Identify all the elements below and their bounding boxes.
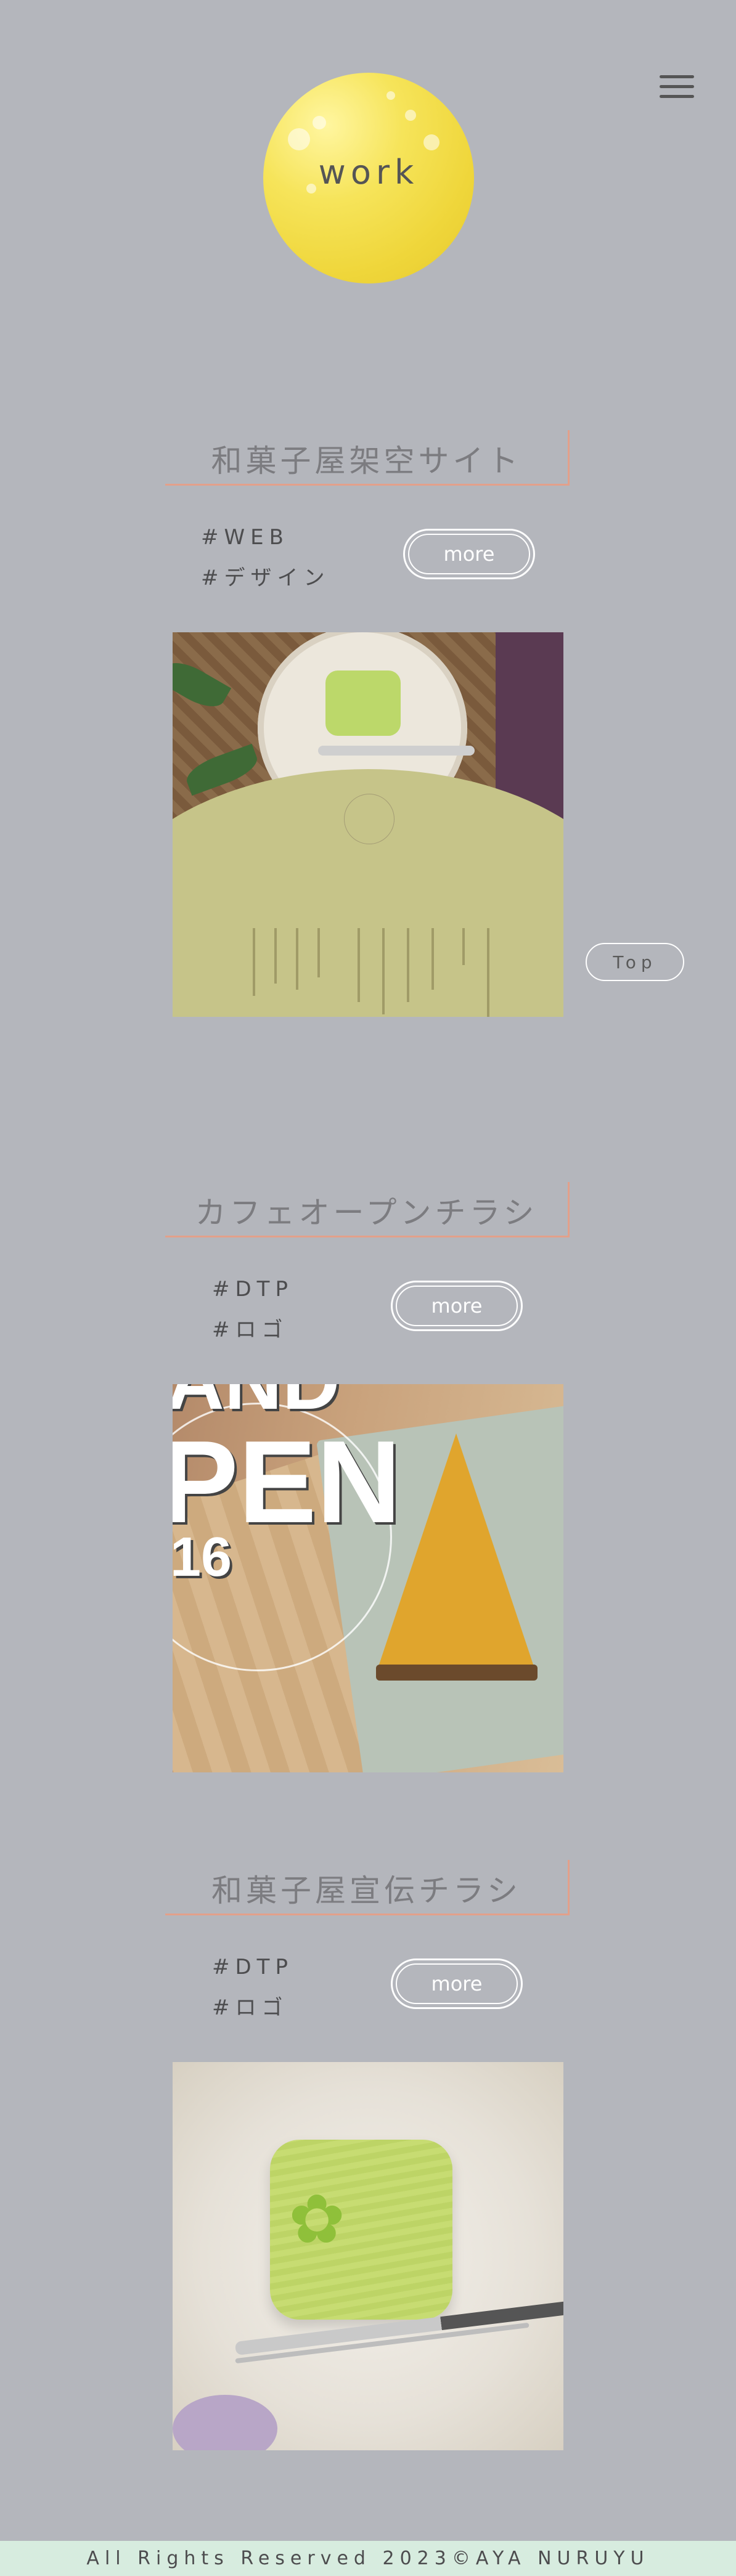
work-tag: #DTP xyxy=(212,1277,293,1302)
vertical-text-line xyxy=(487,928,489,1017)
work-tag: #デザイン xyxy=(201,566,330,590)
more-button[interactable]: more xyxy=(403,529,535,579)
work-title-2: カフェオープンチラシ xyxy=(165,1182,570,1237)
vertical-text-line xyxy=(407,928,409,1002)
vertical-text-line xyxy=(358,928,360,1002)
sparkle-dot xyxy=(405,110,416,121)
top-button-label: Top xyxy=(613,952,657,972)
vertical-text-line xyxy=(296,928,298,990)
vertical-text-line xyxy=(253,928,255,996)
work-tag: #ロゴ xyxy=(212,1995,288,2020)
vertical-text-line xyxy=(382,928,385,1014)
more-button-label: more xyxy=(431,1972,483,1995)
hamburger-menu-icon[interactable] xyxy=(660,75,694,104)
work-title-text: カフェオープンチラシ xyxy=(195,1195,538,1231)
work-title-text: 和菓子屋架空サイト xyxy=(211,443,522,479)
work-tag: #DTP xyxy=(212,1955,293,1979)
sparkle-dot xyxy=(313,116,326,129)
sparkle-dot xyxy=(423,134,440,150)
vertical-text-line xyxy=(431,928,434,990)
wagashi-flyer-thumbnail[interactable]: ✿ xyxy=(173,2062,563,2450)
work-title-text: 和菓子屋宣伝チラシ xyxy=(211,1873,521,1909)
work-tag: #ロゴ xyxy=(212,1318,288,1342)
more-button[interactable]: more xyxy=(391,1958,523,2009)
vertical-text-line xyxy=(462,928,465,965)
more-button[interactable]: more xyxy=(391,1281,523,1331)
work-tag: #WEB xyxy=(201,525,289,550)
back-to-top-button[interactable]: Top xyxy=(586,943,684,981)
flyer-text: 16 xyxy=(173,1526,232,1588)
more-button-label: more xyxy=(443,542,495,566)
vertical-text-line xyxy=(317,928,320,977)
work-title-1: 和菓子屋架空サイト xyxy=(165,430,570,486)
page-title: work xyxy=(318,153,419,192)
sparkle-dot xyxy=(386,91,395,100)
flower-shape xyxy=(173,2395,277,2450)
seal-icon xyxy=(344,794,395,844)
wagashi-website-thumbnail[interactable] xyxy=(173,632,563,1017)
copyright-text: All Rights Reserved 2023©AYA NURUYU xyxy=(86,2548,650,2569)
sweet-shape xyxy=(325,670,401,736)
work-title-3: 和菓子屋宣伝チラシ xyxy=(165,1860,570,1915)
more-button-label: more xyxy=(431,1294,483,1318)
cake-base-shape xyxy=(376,1665,538,1681)
sparkle-dot xyxy=(288,128,310,150)
fork-shape xyxy=(318,746,475,756)
cafe-flyer-thumbnail[interactable]: AND PEN 16 xyxy=(173,1384,563,1772)
vertical-text-line xyxy=(274,928,277,984)
footer: All Rights Reserved 2023©AYA NURUYU xyxy=(0,2541,736,2576)
work-logo-circle: work xyxy=(263,73,474,283)
maple-leaf-icon: ✿ xyxy=(288,2180,346,2259)
